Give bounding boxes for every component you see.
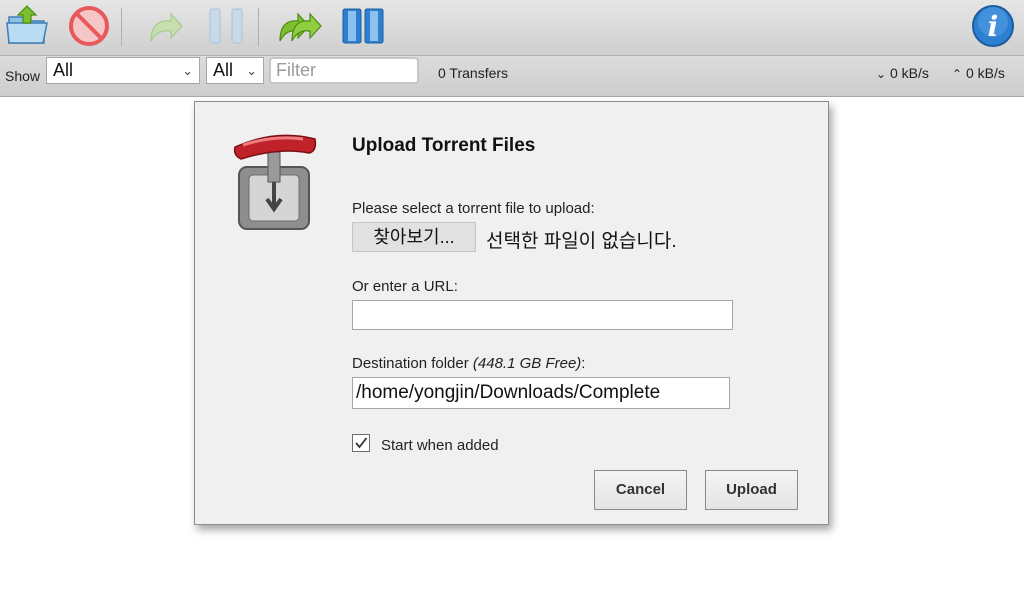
open-torrent-button[interactable] — [4, 3, 50, 49]
pause-all-button[interactable] — [341, 3, 387, 49]
download-arrow-icon: ⌄ — [876, 67, 887, 81]
upload-speed: ⌃ 0 kB/s — [952, 65, 1005, 81]
destination-label: Destination folder (448.1 GB Free): — [352, 355, 585, 372]
chevron-down-icon: ⌄ — [182, 63, 193, 78]
tracker-filter-select[interactable]: All ⌄ — [206, 57, 264, 84]
upload-arrow-icon: ⌃ — [952, 67, 963, 81]
main-toolbar: i — [0, 0, 1024, 56]
chevron-down-icon: ⌄ — [246, 63, 257, 78]
start-when-added-checkbox[interactable] — [352, 434, 370, 452]
url-label: Or enter a URL: — [352, 278, 458, 295]
about-button[interactable]: i — [970, 3, 1016, 49]
cancel-button[interactable]: Cancel — [594, 470, 687, 510]
resume-all-button[interactable] — [276, 3, 322, 49]
free-space-text: (448.1 GB Free) — [472, 355, 582, 372]
toolbar-separator — [258, 8, 259, 46]
transmission-logo-icon — [229, 127, 321, 232]
url-input[interactable] — [352, 300, 733, 330]
checkmark-icon — [355, 437, 368, 449]
svg-text:i: i — [988, 10, 999, 43]
status-filter-select[interactable]: All ⌄ — [46, 57, 200, 84]
folder-upload-icon — [6, 5, 48, 44]
filter-bar: Show All ⌄ All ⌄ Filter 0 Transfers ⌄ 0 … — [0, 56, 1024, 97]
start-when-added-label: Start when added — [381, 437, 499, 454]
destination-label-text: Destination folder — [352, 355, 473, 372]
browse-file-button[interactable]: 찾아보기... — [352, 222, 476, 252]
remove-torrent-button[interactable] — [66, 3, 112, 49]
destination-folder-input[interactable]: /home/yongjin/Downloads/Complete — [352, 377, 730, 409]
resume-torrent-button[interactable] — [141, 3, 187, 49]
status-filter-value: All — [53, 60, 74, 80]
pause-all-icon — [342, 8, 384, 44]
upload-button[interactable]: Upload — [705, 470, 798, 510]
toolbar-separator — [121, 8, 122, 46]
destination-label-colon: : — [581, 355, 586, 372]
show-label: Show — [5, 68, 41, 84]
download-speed: ⌄ 0 kB/s — [876, 65, 929, 81]
no-file-selected-text: 선택한 파일이 없습니다. — [486, 231, 677, 252]
filter-input[interactable]: Filter — [269, 57, 419, 84]
info-icon: i — [972, 5, 1014, 47]
resume-all-icon — [279, 12, 322, 42]
download-speed-value: 0 kB/s — [889, 65, 929, 81]
upload-speed-value: 0 kB/s — [965, 65, 1005, 81]
pause-icon — [209, 8, 243, 44]
dialog-title: Upload Torrent Files — [352, 135, 536, 156]
filter-placeholder: Filter — [276, 60, 316, 80]
resume-arrow-icon — [150, 12, 183, 42]
pause-torrent-button[interactable] — [205, 3, 251, 49]
tracker-filter-value: All — [213, 60, 234, 80]
remove-icon — [69, 6, 109, 46]
transfers-count: 0 Transfers — [438, 65, 509, 81]
upload-dialog: Upload Torrent Files Please select a tor… — [194, 101, 829, 525]
select-file-label: Please select a torrent file to upload: — [352, 200, 595, 217]
